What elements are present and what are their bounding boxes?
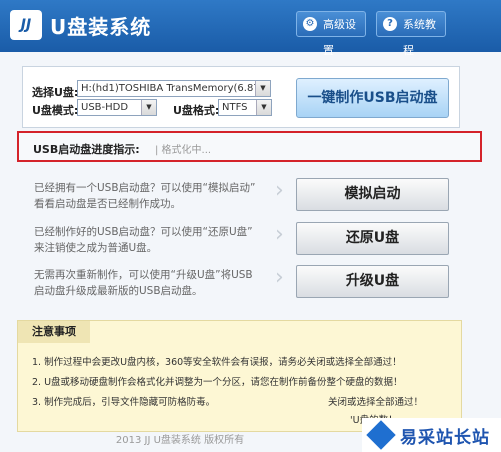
chevron-down-icon: ▼ <box>255 81 270 96</box>
note-item: 2. U盘或移动硬盘制作会格式化并调整为一个分区，请您在制作前备份整个硬盘的数据… <box>32 377 403 388</box>
tutorial-button[interactable]: ? 系统教程 <box>376 11 446 57</box>
select-disk-label: 选择U盘: <box>32 86 79 99</box>
watermark-text: 易采站长站 <box>400 428 490 448</box>
note-overflow-text: 关闭或选择全部通过！ <box>328 397 424 408</box>
restore-usb-button[interactable]: 还原U盘 <box>296 222 449 255</box>
note-item: 3. 制作完成后，引导文件隐藏可防格防毒。 <box>32 397 216 408</box>
u-format-dropdown[interactable]: NTFS ▼ <box>218 99 272 116</box>
select-disk-dropdown[interactable]: H:(hd1)TOSHIBA TransMemory(6.87G ▼ <box>77 80 271 97</box>
one-click-make-button[interactable]: 一键制作USB启动盘 <box>296 78 449 118</box>
u-mode-dropdown[interactable]: USB-HDD ▼ <box>77 99 157 116</box>
u-format-value: NTFS <box>222 102 248 113</box>
title-bar: JJ U盘装系统 ⚙ 高级设置 ? 系统教程 <box>0 0 501 57</box>
app-logo-icon: JJ <box>10 10 42 40</box>
note-item: 1. 制作过程中会更改U盘内核，360等安全软件会有误报，请务必关闭或选择全部通… <box>32 357 402 368</box>
chevron-right-icon: › <box>275 178 284 203</box>
tutorial-label: 系统教程 <box>403 18 436 57</box>
watermark: 易采站长站 <box>362 418 501 452</box>
notes-title: 注意事项 <box>18 321 90 343</box>
progress-indicator: USB启动盘进度指示: | 格式化中... <box>17 131 482 162</box>
chevron-down-icon: ▼ <box>141 100 156 115</box>
upgrade-usb-description: 无需再次重新制作，可以使用“升级U盘”将USB 启动盘升级成最新版的USB启动盘… <box>34 269 253 297</box>
u-format-label: U盘格式: <box>173 104 220 117</box>
progress-label: USB启动盘进度指示: <box>33 143 140 156</box>
simulate-boot-description: 已经拥有一个USB启动盘？可以使用“模拟启动” 看看启动盘是否已经制作成功。 <box>34 182 256 210</box>
gear-icon: ⚙ <box>303 17 317 31</box>
u-mode-label: U盘模式: <box>32 104 79 117</box>
upgrade-usb-button[interactable]: 升级U盘 <box>296 265 449 298</box>
progress-status: | 格式化中... <box>155 145 212 156</box>
select-disk-value: H:(hd1)TOSHIBA TransMemory(6.87G <box>81 83 268 94</box>
advanced-settings-label: 高级设置 <box>323 18 356 57</box>
simulate-boot-button[interactable]: 模拟启动 <box>296 178 449 211</box>
chevron-down-icon: ▼ <box>256 100 271 115</box>
chevron-right-icon: › <box>275 222 284 247</box>
help-icon: ? <box>383 17 397 31</box>
copyright-footer: 2013 JJ U盘装系统 版权所有 <box>115 435 245 446</box>
app-title: U盘装系统 <box>50 15 152 39</box>
notes-panel: 注意事项 1. 制作过程中会更改U盘内核，360等安全软件会有误报，请务必关闭或… <box>17 320 462 432</box>
advanced-settings-button[interactable]: ⚙ 高级设置 <box>296 11 366 57</box>
restore-usb-description: 已经制作好的USB启动盘？可以使用“还原U盘” 来注销使之成为普通U盘。 <box>34 226 253 254</box>
watermark-logo-icon <box>366 420 396 450</box>
chevron-right-icon: › <box>275 265 284 290</box>
app-window: JJ U盘装系统 ⚙ 高级设置 ? 系统教程 选择U盘: H:(hd1)TOSH… <box>0 0 501 452</box>
u-mode-value: USB-HDD <box>81 102 129 113</box>
